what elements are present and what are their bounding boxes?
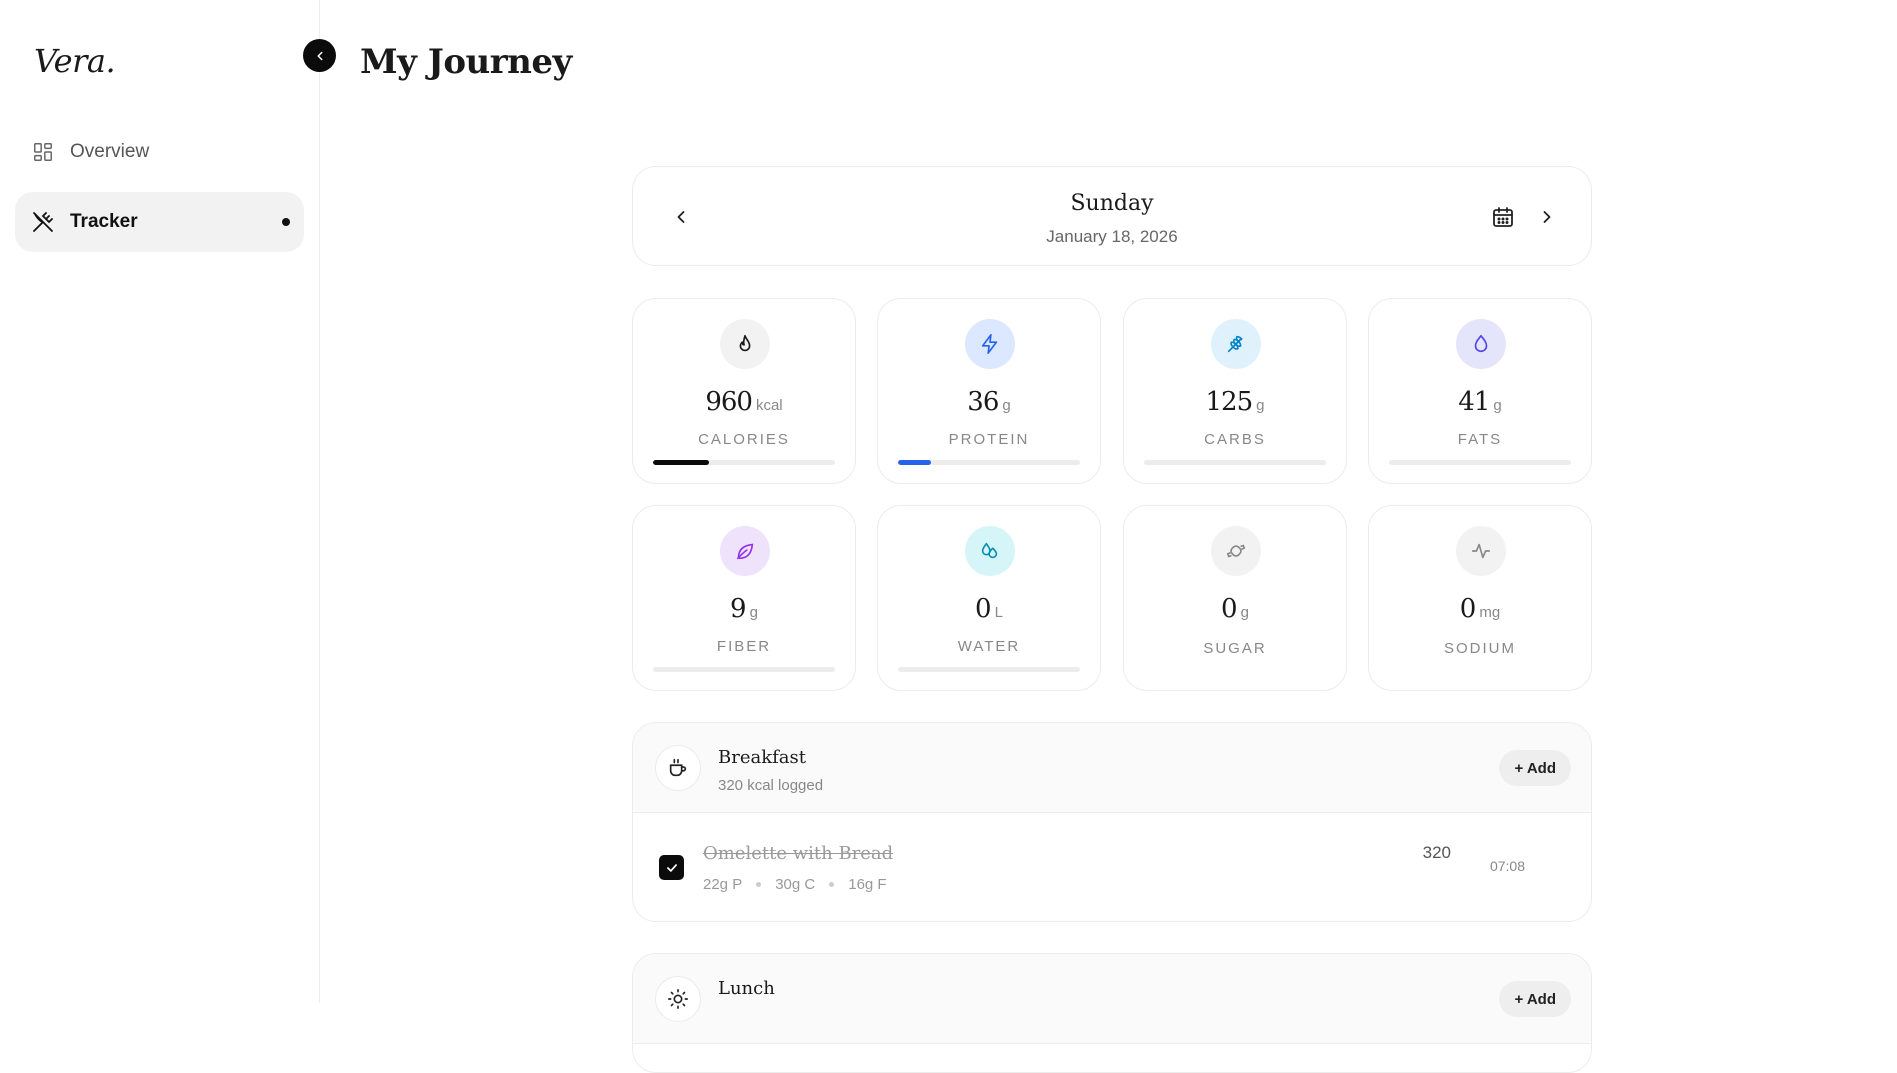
stat-unit: mg (1479, 604, 1501, 621)
droplets-icon (965, 526, 1015, 576)
meal-name: Breakfast (718, 747, 806, 768)
coffee-icon (655, 745, 701, 791)
add-food-button[interactable]: + Add (1499, 750, 1571, 786)
stat-value: 0 (1221, 594, 1238, 624)
sun-icon (655, 976, 701, 1022)
active-indicator (282, 218, 290, 226)
calendar-button[interactable] (1489, 203, 1517, 231)
calendar-icon (1493, 207, 1513, 227)
app-logo[interactable]: Vera. (34, 42, 116, 80)
check-icon (666, 863, 677, 872)
progress-track (1144, 460, 1326, 465)
stat-card-sugar: 0g SUGAR (1123, 505, 1347, 691)
collapse-sidebar-button[interactable] (303, 39, 336, 72)
stat-label: PROTEIN (948, 431, 1030, 448)
candy-icon (1211, 526, 1261, 576)
utensils-crossed-icon (30, 209, 56, 235)
stat-value: 36 (967, 387, 999, 417)
date-full: January 18, 2026 (1046, 227, 1178, 246)
meal-name: Lunch (718, 978, 775, 999)
progress-track (653, 460, 835, 465)
progress-fill (653, 460, 710, 465)
food-fat: 16g F (848, 876, 887, 893)
stat-card-sodium: 0 mg SODIUM (1368, 505, 1592, 691)
progress-fill (898, 460, 931, 465)
page-title: My Journey (360, 42, 572, 82)
droplet-icon (1456, 319, 1506, 369)
food-macros: 22g P 30g C 16g F (703, 876, 887, 893)
food-row[interactable]: Omelette with Bread 22g P 30g C 16g F 32… (633, 813, 1591, 921)
progress-track (1389, 460, 1571, 465)
food-name: Omelette with Bread (703, 843, 894, 864)
separator-dot (756, 882, 762, 887)
food-carbs: 30g C (775, 876, 816, 893)
stat-label: WATER (957, 638, 1021, 655)
stat-value: 9 (730, 594, 747, 624)
sidebar-item-label: Tracker (70, 211, 138, 232)
stat-card-protein: 36 g PROTEIN (877, 298, 1101, 484)
bolt-icon (965, 319, 1015, 369)
stat-label: FATS (1457, 431, 1503, 448)
chevron-left-icon (316, 51, 323, 60)
meal-card-breakfast: Breakfast 320 kcal logged + Add Omelette… (632, 722, 1592, 922)
stat-label: CALORIES (698, 431, 790, 448)
stat-card-water: 0L WATER (877, 505, 1101, 691)
add-food-button[interactable]: + Add (1499, 981, 1571, 1017)
stat-unit: kcal (755, 397, 783, 414)
grid-icon (30, 139, 56, 165)
stat-card-fats: 41 g FATS (1368, 298, 1592, 484)
food-protein: 22g P (703, 876, 743, 893)
stat-value: 960 (705, 387, 753, 417)
activity-icon (1456, 526, 1506, 576)
stat-label: SODIUM (1444, 640, 1516, 657)
sidebar-item-label: Overview (70, 141, 150, 162)
progress-track (898, 460, 1080, 465)
stat-value: 125 (1205, 387, 1254, 417)
stat-card-calories: 960 kcal CALORIES (632, 298, 856, 484)
stat-unit: g (1256, 397, 1265, 414)
meal-kcal-logged: 320 kcal logged (718, 777, 824, 794)
stat-value: 41 (1458, 387, 1490, 417)
leaf-icon (720, 526, 770, 576)
stat-card-fiber: 9g FIBER (632, 505, 856, 691)
stat-label: CARBS (1204, 431, 1266, 448)
stat-unit: g (749, 604, 758, 621)
date-navigator: Sunday January 18, 2026 (632, 166, 1592, 266)
stat-value: 0 (975, 594, 992, 624)
sidebar-item-overview[interactable]: Overview (15, 122, 304, 182)
food-checkbox[interactable] (659, 855, 684, 880)
sidebar: Vera. Overview Tracker (0, 0, 320, 1003)
stat-card-carbs: 125 g CARBS (1123, 298, 1347, 484)
wheat-icon (1211, 319, 1261, 369)
stat-unit: L (994, 604, 1003, 621)
meal-card-lunch: Lunch + Add (632, 953, 1592, 1073)
progress-track (898, 667, 1080, 672)
date-day: Sunday (1070, 191, 1154, 216)
meal-header: Breakfast 320 kcal logged + Add (633, 723, 1591, 813)
progress-track (653, 667, 835, 672)
chevron-right-icon (1543, 211, 1551, 223)
next-day-button[interactable] (1533, 203, 1561, 231)
separator-dot (829, 882, 835, 887)
stat-value: 0 (1459, 594, 1477, 624)
stat-label: FIBER (716, 638, 772, 655)
meal-header: Lunch + Add (633, 954, 1591, 1044)
flame-icon (720, 319, 770, 369)
food-time: 07:08 (1489, 858, 1525, 874)
stat-label: SUGAR (1203, 640, 1267, 657)
stat-unit: g (1493, 397, 1502, 414)
stat-unit: g (1002, 397, 1011, 414)
stat-unit: g (1240, 604, 1249, 621)
sidebar-item-tracker[interactable]: Tracker (15, 192, 304, 252)
